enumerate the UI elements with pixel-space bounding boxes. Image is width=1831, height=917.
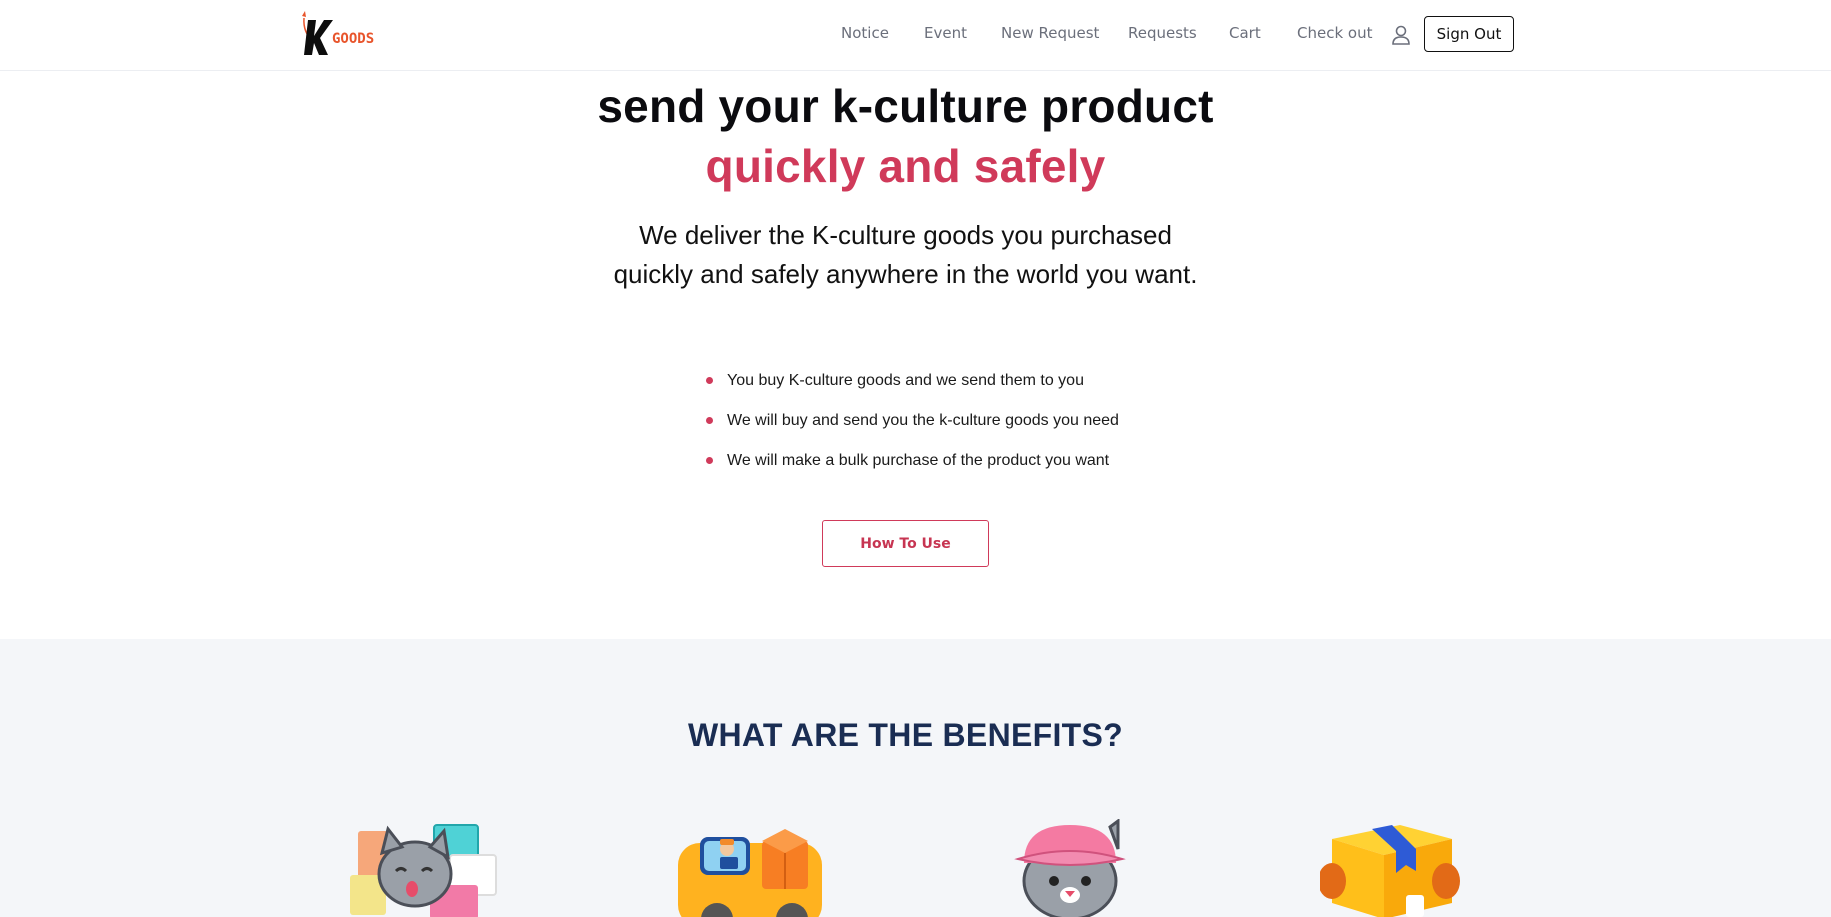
package-box-icon xyxy=(1318,819,1460,917)
how-to-use-button[interactable]: How To Use xyxy=(822,520,989,567)
hero-subtitle: We deliver the K-culture goods you purch… xyxy=(613,220,1198,289)
user-icon[interactable] xyxy=(1390,24,1412,46)
nav-notice[interactable]: Notice xyxy=(841,24,889,42)
nav-cart[interactable]: Cart xyxy=(1229,24,1261,42)
feature-list-item: You buy K-culture goods and we send them… xyxy=(706,372,1119,412)
benefits-title: WHAT ARE THE BENEFITS? xyxy=(687,717,1124,753)
feature-list-item: We will make a bulk purchase of the prod… xyxy=(706,452,1119,492)
cat-with-gifts-icon xyxy=(350,819,500,917)
feature-list: You buy K-culture goods and we send them… xyxy=(706,372,1119,492)
cat-with-cap-icon xyxy=(1010,818,1130,917)
hero-title-accent: quickly and safely xyxy=(705,140,1106,192)
main-nav: Notice Event New Request Requests Cart C… xyxy=(0,0,1831,70)
nav-requests[interactable]: Requests xyxy=(1128,24,1197,42)
hero-title: send your k-culture product xyxy=(597,80,1214,132)
feature-list-item: We will buy and send you the k-culture g… xyxy=(706,412,1119,452)
top-navbar: GOODS Notice Event New Request Requests … xyxy=(0,0,1831,71)
sign-out-button[interactable]: Sign Out xyxy=(1424,16,1514,52)
benefits-section: WHAT ARE THE BENEFITS? xyxy=(0,639,1831,917)
delivery-truck-icon xyxy=(672,819,822,917)
nav-new-request[interactable]: New Request xyxy=(1001,24,1099,42)
nav-event[interactable]: Event xyxy=(924,24,967,42)
nav-check-out[interactable]: Check out xyxy=(1297,24,1372,42)
